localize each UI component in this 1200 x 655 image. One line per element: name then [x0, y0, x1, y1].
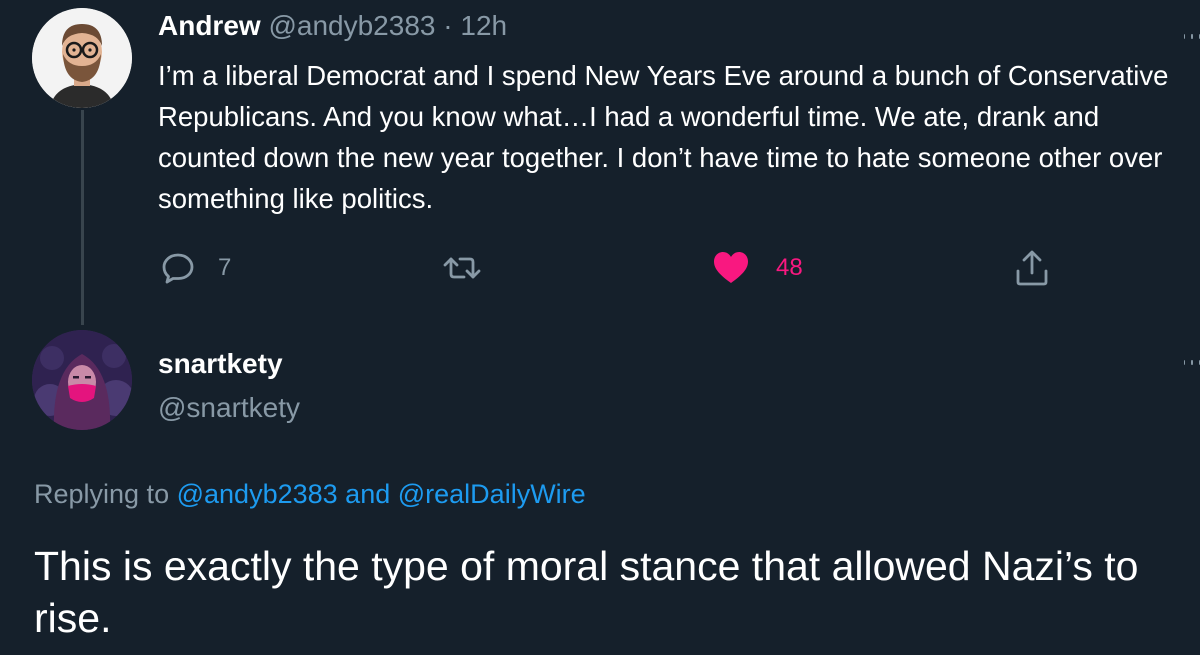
thread-connector-line [81, 110, 84, 325]
tweet1-header: Andrew @andyb2383 · 12h [158, 8, 507, 44]
tweet1-author-handle[interactable]: @andyb2383 [268, 10, 435, 41]
mention-link-realdailywire[interactable]: @realDailyWire [398, 479, 586, 509]
reply-button[interactable]: 7 [160, 248, 231, 288]
tweet1-action-bar: 7 48 [0, 248, 1200, 288]
tweet2-text: This is exactly the type of moral stance… [34, 543, 1139, 641]
retweet-icon [443, 257, 481, 279]
share-button[interactable] [1014, 248, 1050, 288]
tweet1-separator: · [443, 10, 453, 41]
avatar-andrew[interactable] [32, 8, 132, 108]
replying-and: and [345, 479, 391, 509]
reply-count: 7 [218, 254, 232, 281]
share-icon [1016, 250, 1048, 286]
tweet-thread: Andrew @andyb2383 · 12h I’m a liberal De… [0, 0, 1200, 655]
tweet1-text: I’m a liberal Democrat and I spend New Y… [158, 60, 1169, 214]
like-button[interactable]: 48 [712, 248, 803, 288]
replying-to-line: Replying to @andyb2383 and @realDailyWir… [34, 476, 586, 512]
tweet1-timestamp[interactable]: 12h [460, 10, 507, 41]
more-options-icon[interactable] [1184, 34, 1200, 39]
tweet2-author-name[interactable]: snartkety [158, 346, 283, 382]
heart-icon [714, 252, 748, 283]
mention-link-andyb2383[interactable]: @andyb2383 [177, 479, 338, 509]
replying-to-label: Replying to [34, 479, 170, 509]
avatar-snartkety[interactable] [32, 330, 132, 430]
more-options-icon[interactable] [1184, 360, 1200, 365]
like-count: 48 [776, 254, 803, 281]
tweet1-author-name[interactable]: Andrew [158, 10, 261, 41]
retweet-button[interactable] [442, 248, 482, 288]
tweet2-author-handle[interactable]: @snartkety [158, 390, 300, 426]
reply-icon [162, 253, 194, 284]
